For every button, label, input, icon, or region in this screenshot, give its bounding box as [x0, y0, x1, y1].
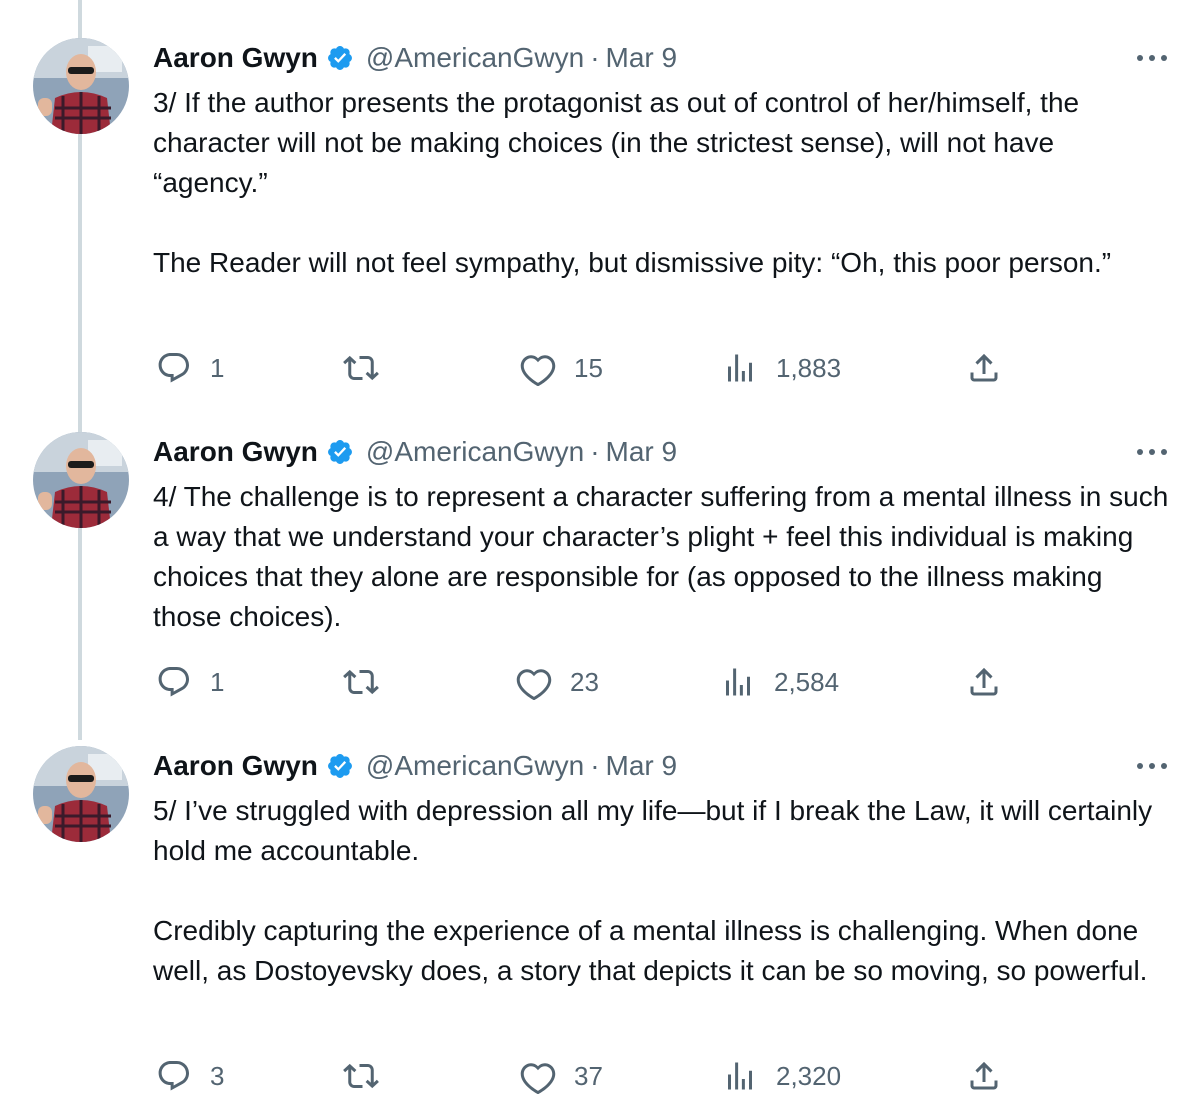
avatar[interactable] — [33, 746, 129, 842]
share-icon — [970, 1061, 998, 1090]
tweet-text: 5/ I’ve struggled with depression all my… — [153, 795, 1153, 986]
heart-icon — [520, 1063, 556, 1094]
author-handle[interactable]: @AmericanGwyn — [366, 750, 584, 782]
like-button[interactable]: 37 — [520, 1056, 603, 1096]
views-chart-icon — [728, 1062, 752, 1090]
tweet-date[interactable]: Mar 9 — [606, 750, 678, 782]
verified-badge-icon — [326, 752, 354, 780]
views-button[interactable]: 2,320 — [722, 1056, 841, 1096]
retweet-icon — [343, 1063, 379, 1089]
more-options-icon[interactable] — [1132, 751, 1172, 781]
tweet[interactable]: Aaron Gwyn @AmericanGwyn · Mar 9 5/ I’ve… — [0, 0, 1200, 1110]
reply-button[interactable]: 3 — [156, 1056, 224, 1096]
reply-count: 3 — [210, 1060, 225, 1091]
separator: · — [590, 750, 600, 781]
retweet-button[interactable] — [342, 1056, 398, 1096]
tweet-actions: 3 37 2,320 — [0, 1056, 1200, 1096]
reply-icon — [158, 1061, 189, 1091]
views-count: 2,320 — [776, 1060, 842, 1091]
like-count: 37 — [574, 1060, 603, 1091]
share-button[interactable] — [966, 1056, 1002, 1096]
author-name[interactable]: Aaron Gwyn — [153, 750, 318, 782]
